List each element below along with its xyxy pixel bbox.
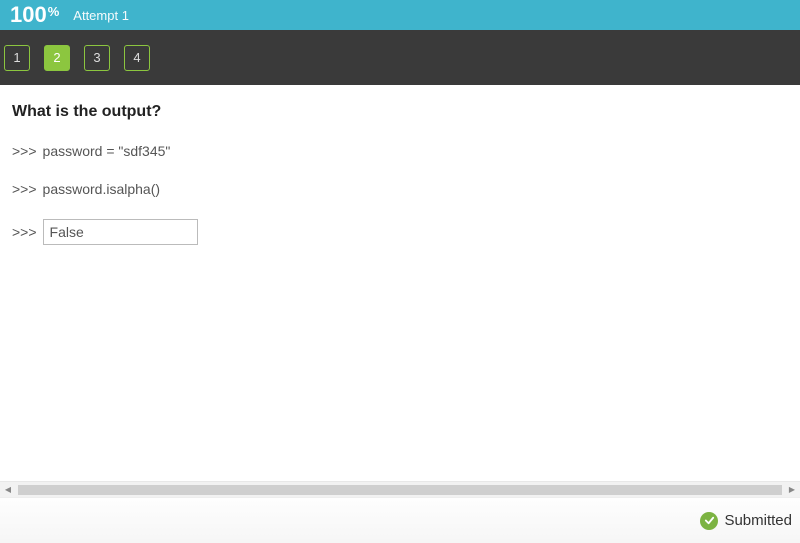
code-text: password = "sdf345" — [43, 143, 171, 159]
nav-question-1[interactable]: 1 — [4, 45, 30, 71]
footer-bar: Submitted — [0, 497, 800, 543]
question-content: What is the output? >>> password = "sdf3… — [0, 85, 800, 497]
status-text: Submitted — [724, 512, 792, 529]
scrollbar-track[interactable] — [18, 485, 782, 495]
check-circle-icon — [700, 512, 718, 530]
code-line-2: >>> password.isalpha() — [12, 181, 788, 197]
score-header: 100 % Attempt 1 — [0, 0, 800, 30]
nav-question-3[interactable]: 3 — [84, 45, 110, 71]
question-nav: 1 2 3 4 — [0, 30, 800, 85]
score-value: 100 % — [10, 2, 59, 28]
attempt-label: Attempt 1 — [73, 8, 129, 23]
scroll-right-icon[interactable]: ▶ — [784, 482, 800, 498]
code-line-1: >>> password = "sdf345" — [12, 143, 788, 159]
nav-question-4[interactable]: 4 — [124, 45, 150, 71]
submitted-status: Submitted — [700, 512, 792, 530]
horizontal-scrollbar[interactable]: ◀ ▶ — [0, 481, 800, 497]
scroll-left-icon[interactable]: ◀ — [0, 482, 16, 498]
percent-sign: % — [48, 4, 60, 19]
code-text: password.isalpha() — [43, 181, 161, 197]
repl-prompt: >>> — [12, 181, 37, 197]
nav-question-2[interactable]: 2 — [44, 45, 70, 71]
question-title: What is the output? — [12, 103, 788, 121]
repl-prompt: >>> — [12, 143, 37, 159]
answer-row: >>> — [12, 219, 788, 245]
score-number: 100 — [10, 2, 47, 28]
answer-input[interactable] — [43, 219, 198, 245]
repl-prompt: >>> — [12, 224, 37, 240]
